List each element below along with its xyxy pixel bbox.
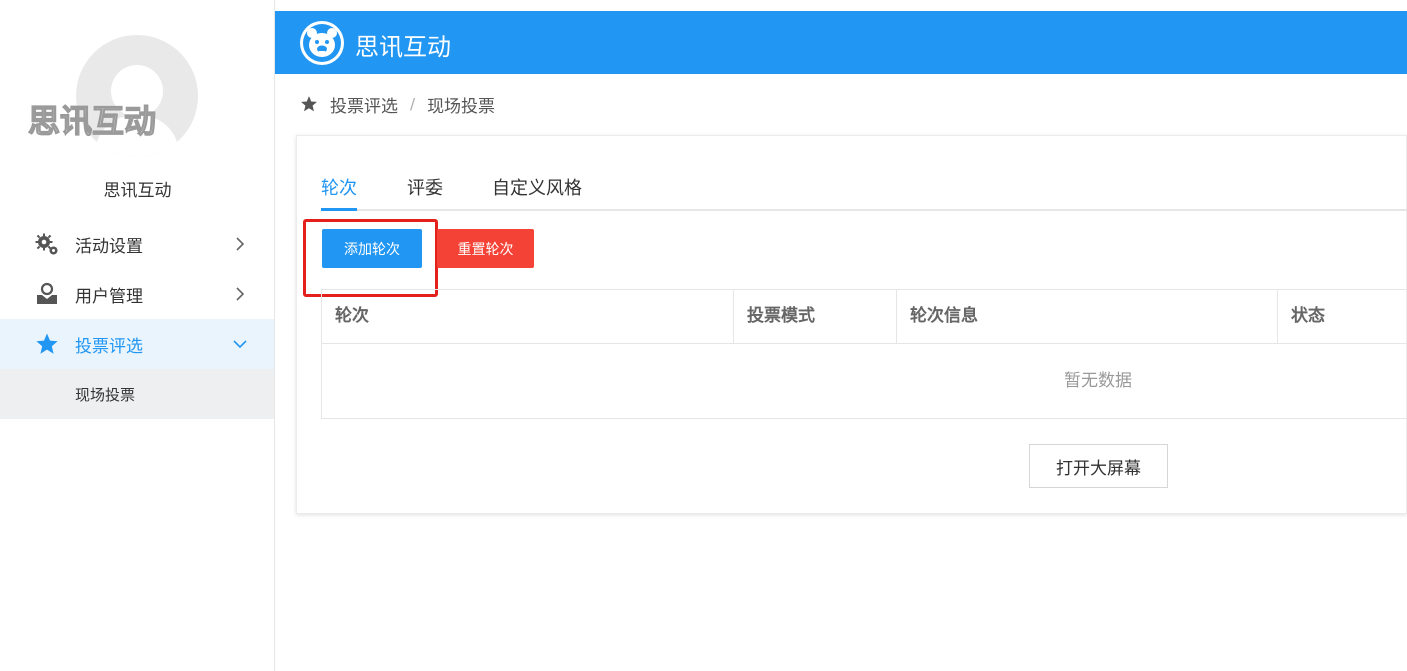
- column-header-vote-mode: 投票模式: [734, 290, 897, 343]
- gears-icon: [35, 232, 59, 256]
- top-header: 思讯互动: [275, 11, 1407, 74]
- tab-rounds[interactable]: 轮次: [321, 174, 357, 200]
- rounds-table: 轮次 投票模式 轮次信息 状态 暂无数据: [321, 289, 1407, 419]
- sidebar-subitem-label: 现场投票: [75, 385, 136, 404]
- chevron-right-icon: [236, 287, 245, 301]
- table-header: 轮次 投票模式 轮次信息 状态: [322, 290, 1407, 344]
- sidebar-item-label: 投票评选: [75, 336, 143, 357]
- breadcrumb-item-live-voting: 现场投票: [427, 96, 496, 117]
- chevron-right-icon: [236, 237, 245, 251]
- tab-custom-style[interactable]: 自定义风格: [492, 174, 582, 200]
- sidebar-item-label: 活动设置: [75, 236, 143, 257]
- star-icon: [35, 332, 59, 356]
- breadcrumb: 投票评选 / 现场投票: [300, 92, 496, 117]
- sidebar-item-user-management[interactable]: 用户管理: [0, 269, 274, 319]
- sidebar-menu: 活动设置 用户管理 投票评选 现场投票: [0, 219, 274, 419]
- tab-bar: 轮次 评委 自定义风格: [321, 166, 1407, 211]
- sidebar-subitem-live-voting[interactable]: 现场投票: [0, 369, 274, 419]
- avatar-watermark: 思讯互动: [27, 101, 157, 140]
- content-card: 轮次 评委 自定义风格 添加轮次 重置轮次 轮次 投票模式 轮次信息 状态 暂无…: [296, 135, 1407, 514]
- sidebar-item-voting[interactable]: 投票评选: [0, 319, 274, 369]
- open-big-screen-button[interactable]: 打开大屏幕: [1029, 444, 1168, 488]
- tab-judges[interactable]: 评委: [407, 174, 443, 200]
- add-round-button[interactable]: 添加轮次: [322, 229, 422, 268]
- user-inbox-icon: [35, 282, 59, 306]
- tab-active-indicator: [321, 208, 357, 211]
- column-header-round: 轮次: [322, 290, 734, 343]
- column-header-status: 状态: [1291, 306, 1325, 326]
- chevron-down-icon: [233, 340, 247, 349]
- breadcrumb-item-voting[interactable]: 投票评选: [330, 92, 398, 117]
- app-title: 思讯互动: [355, 33, 451, 61]
- sidebar-username: 思讯互动: [103, 181, 172, 201]
- empty-text: 暂无数据: [1064, 371, 1132, 391]
- star-icon: [301, 96, 317, 112]
- sidebar: 思讯互动 思讯互动 活动设置 用户管理 投票评选 现场投票: [0, 0, 275, 671]
- table-empty-row: 暂无数据: [322, 344, 1407, 419]
- bear-logo-icon: [300, 21, 344, 65]
- breadcrumb-separator: /: [410, 95, 416, 113]
- sidebar-item-label: 用户管理: [75, 286, 143, 307]
- column-header-round-info: 轮次信息: [897, 290, 1278, 343]
- sidebar-item-activity-settings[interactable]: 活动设置: [0, 219, 274, 269]
- reset-rounds-button[interactable]: 重置轮次: [437, 229, 534, 268]
